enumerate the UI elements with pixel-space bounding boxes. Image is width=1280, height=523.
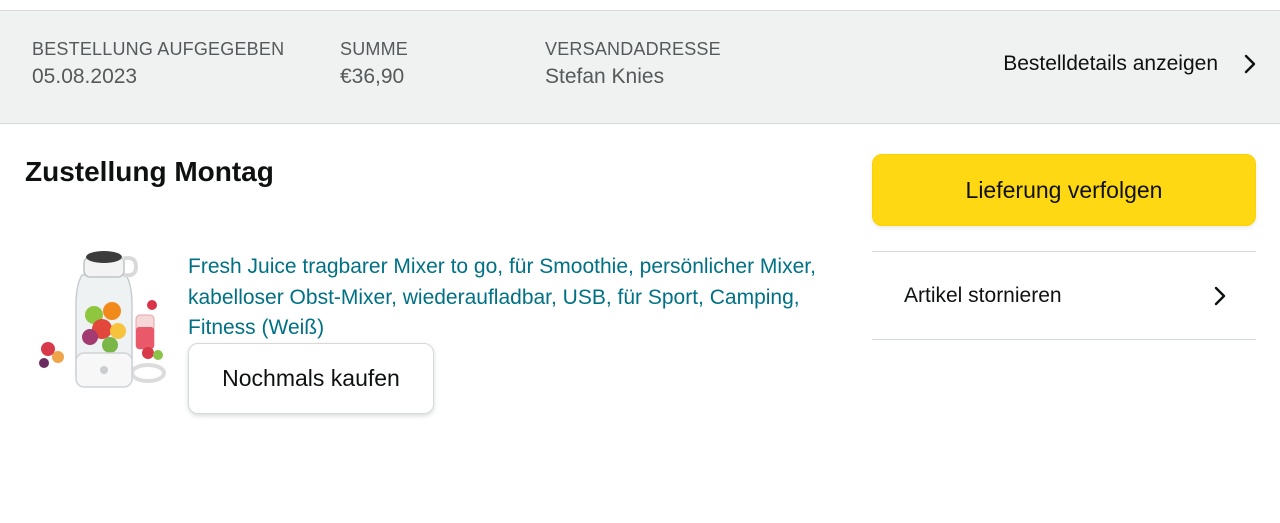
ship-to-label: VERSANDADRESSE (545, 39, 721, 59)
delivery-status-title: Zustellung Montag (25, 156, 274, 187)
ship-to-name[interactable]: Stefan Knies (545, 63, 721, 91)
buy-again-button[interactable]: Nochmals kaufen (188, 343, 434, 414)
order-placed-label: BESTELLUNG AUFGEGEBEN (32, 39, 285, 59)
cancel-items-label: Artikel stornieren (904, 283, 1062, 307)
order-total-label: SUMME (340, 39, 408, 59)
chevron-right-icon (1244, 54, 1256, 74)
order-details-link[interactable]: Bestelldetails anzeigen (1003, 49, 1260, 79)
order-total-value: €36,90 (340, 65, 405, 88)
cancel-items-button[interactable]: Artikel stornieren (872, 252, 1256, 339)
order-header: BESTELLUNG AUFGEGEBEN 05.08.2023 SUMME €… (0, 11, 1280, 124)
chevron-right-icon (1214, 286, 1226, 305)
ship-to: VERSANDADRESSE Stefan Knies (545, 38, 721, 91)
product-title-link[interactable]: Fresh Juice tragbarer Mixer to go, für S… (188, 252, 828, 344)
action-divider-bottom (872, 339, 1256, 340)
track-package-button[interactable]: Lieferung verfolgen (872, 154, 1256, 226)
order-placed: BESTELLUNG AUFGEGEBEN 05.08.2023 (32, 38, 284, 91)
order-details-label: Bestelldetails anzeigen (1003, 52, 1218, 75)
product-image[interactable] (36, 245, 166, 395)
order-total: SUMME €36,90 (340, 38, 408, 91)
order-placed-date: 05.08.2023 (32, 65, 138, 88)
